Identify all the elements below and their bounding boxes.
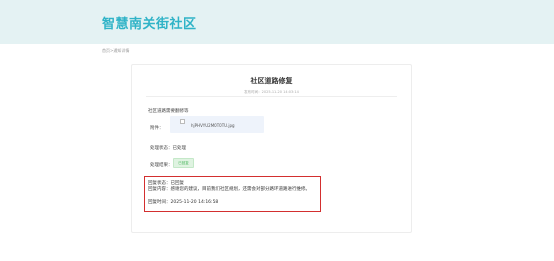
- detail-title: 社区道路修复: [250, 77, 293, 85]
- status-text: 处理状态：已处理: [150, 146, 186, 151]
- result-label: 处理结果：: [150, 163, 173, 168]
- reply-time: 回复时间：2025-11-20 14:16:58: [148, 200, 219, 205]
- result-badge: 已回复: [173, 158, 194, 168]
- description-text: 社区道路需要翻修等: [148, 109, 189, 114]
- attachment-filename[interactable]: hjPHVYU2M0T0TU.jpg: [191, 123, 235, 128]
- attachment-label: 附件：: [150, 126, 164, 131]
- divider: [146, 96, 397, 97]
- publish-time: 发布时间：2025-11-20 14:03:14: [244, 90, 299, 94]
- reply-section: 回复状态：已回复 回复内容：感谢您的建议，目前我们社区规划，还需会对部分路环道路…: [144, 176, 321, 212]
- attachment-link[interactable]: hjPHVYU2M0T0TU.jpg: [170, 116, 264, 133]
- detail-card: 社区道路修复 发布时间：2025-11-20 14:03:14 社区道路需要翻修…: [131, 64, 412, 233]
- image-icon: [180, 119, 185, 124]
- site-title[interactable]: 智慧南关街社区: [102, 13, 197, 32]
- breadcrumb[interactable]: 首页>通知详情: [102, 48, 129, 54]
- site-header: 智慧南关街社区: [0, 0, 554, 44]
- reply-content: 回复内容：感谢您的建议，目前我们社区规划，还需会对部分路环道路进行维修。: [148, 187, 310, 192]
